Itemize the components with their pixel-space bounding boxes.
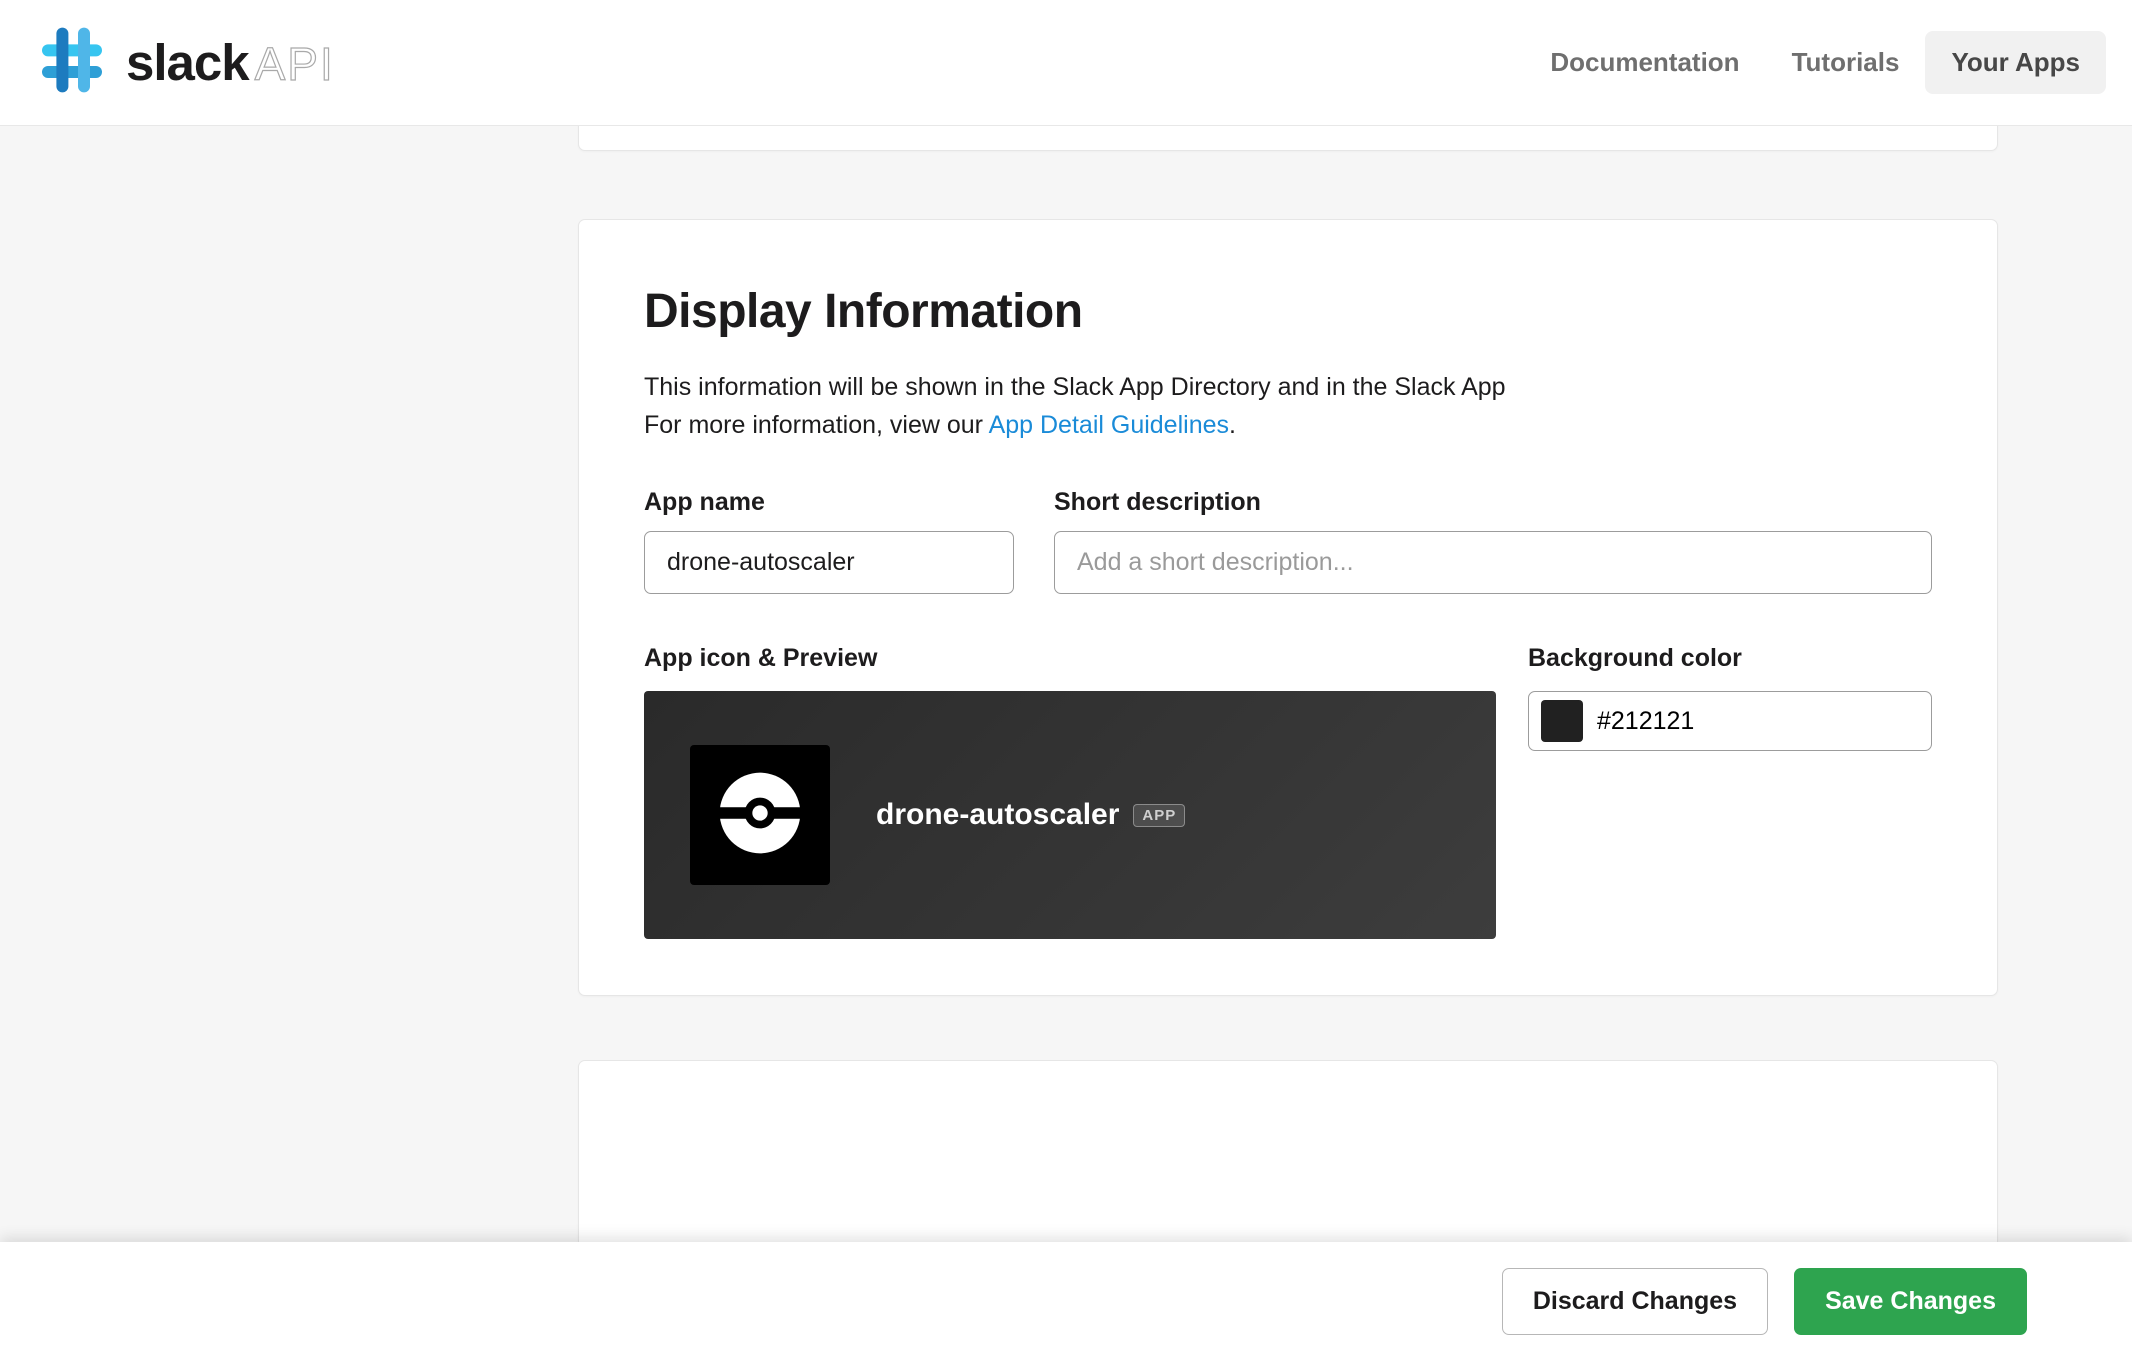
app-name-label: App name [644, 488, 1014, 517]
nav-documentation[interactable]: Documentation [1524, 31, 1765, 94]
form-row: App name Short description [644, 488, 1932, 594]
app-name-input[interactable] [644, 531, 1014, 594]
section-title: Display Information [644, 284, 1932, 339]
app-preview-panel: drone-autoscaler APP [644, 691, 1496, 939]
nav-your-apps[interactable]: Your Apps [1925, 31, 2106, 94]
app-icon-tile[interactable] [690, 745, 830, 885]
section-intro: This information will be shown in the Sl… [644, 369, 1932, 444]
lower-row: App icon & Preview dr [644, 644, 1932, 939]
top-nav: Documentation Tutorials Your Apps [1524, 31, 2106, 94]
footer-action-bar: Discard Changes Save Changes [0, 1242, 2132, 1360]
short-description-label: Short description [1054, 488, 1932, 517]
preview-column: App icon & Preview dr [644, 644, 1496, 939]
brand-word: slack [126, 34, 249, 91]
intro-line2-suffix: . [1229, 411, 1236, 439]
background-color-column: Background color [1528, 644, 1932, 751]
intro-line1: This information will be shown in the Sl… [644, 373, 1506, 401]
page-content: Display Information This information wil… [578, 116, 1998, 1360]
short-description-field: Short description [1054, 488, 1932, 594]
brand-logo[interactable]: slackAPI [36, 24, 335, 101]
preview-label: App icon & Preview [644, 644, 1496, 673]
display-information-card: Display Information This information wil… [578, 219, 1998, 996]
drone-icon [712, 765, 808, 866]
background-color-label: Background color [1528, 644, 1932, 673]
app-name-field: App name [644, 488, 1014, 594]
nav-tutorials[interactable]: Tutorials [1766, 31, 1926, 94]
background-color-input-wrap[interactable] [1528, 691, 1932, 751]
brand-suffix: API [255, 38, 335, 90]
intro-line2-prefix: For more information, view our [644, 411, 989, 439]
topbar: slackAPI Documentation Tutorials Your Ap… [0, 0, 2132, 126]
short-description-input[interactable] [1054, 531, 1932, 594]
preview-app-name-row: drone-autoscaler APP [876, 798, 1185, 832]
slack-hash-icon [36, 24, 108, 101]
color-swatch[interactable] [1541, 700, 1583, 742]
app-badge: APP [1133, 804, 1185, 827]
brand-wordmark: slackAPI [126, 33, 335, 92]
preview-app-name: drone-autoscaler [876, 798, 1119, 832]
guidelines-link[interactable]: App Detail Guidelines [989, 411, 1229, 439]
background-color-input[interactable] [1597, 707, 1919, 736]
